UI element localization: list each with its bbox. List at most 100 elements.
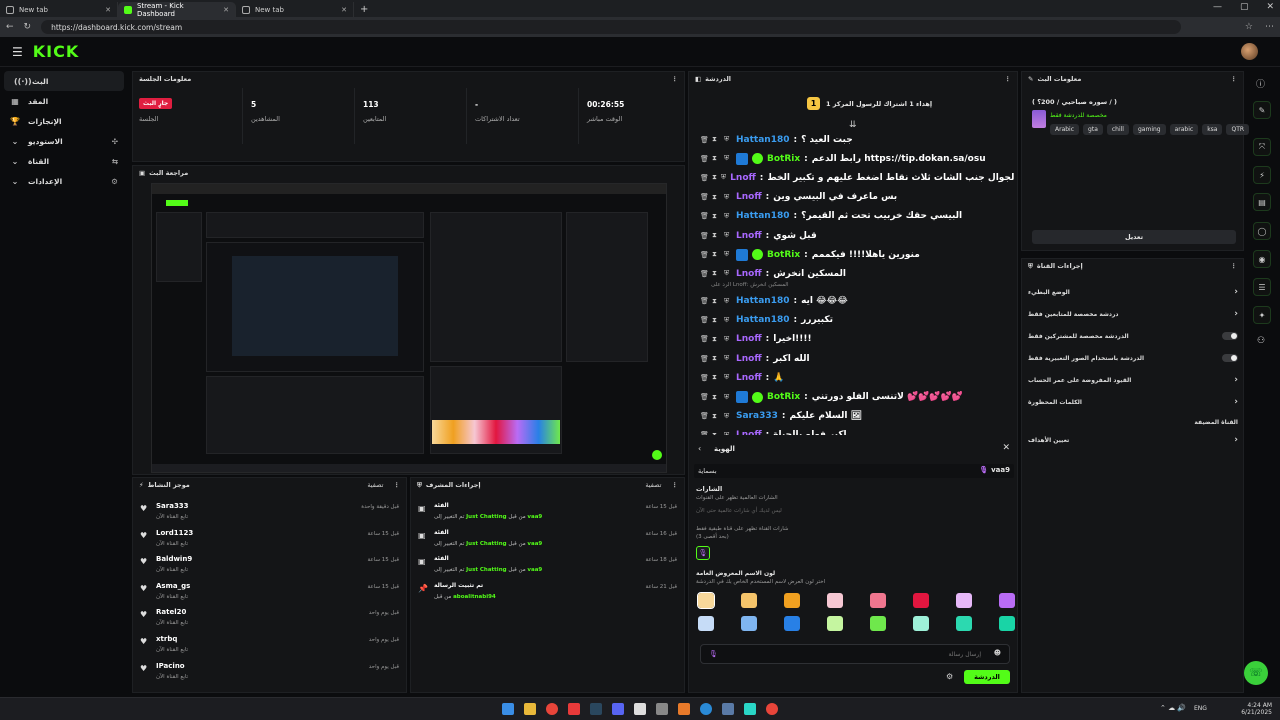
nav-item-content[interactable]: ▦ المقد — [0, 91, 128, 111]
color-swatch[interactable] — [956, 593, 972, 608]
channel-action-row[interactable]: القيود المفروضة على عمر الحساب › — [1028, 370, 1238, 390]
emoji-icon[interactable]: ☻ — [994, 649, 1001, 657]
menu-dots-icon[interactable]: ⋮ — [672, 75, 679, 83]
activity-row[interactable]: ♥ Sara333 تابع القناة الآن قبل دقيقة واحدة — [140, 500, 399, 526]
color-swatch[interactable] — [784, 593, 800, 608]
chat-bubble-icon[interactable]: ◯ — [1253, 222, 1271, 240]
reload-icon[interactable]: ↻ — [24, 22, 32, 32]
nav-item-studio[interactable]: ⌄ الاستوديو ✣ — [0, 131, 128, 151]
activity-user[interactable]: xtrbq — [156, 635, 177, 643]
color-swatch[interactable] — [956, 616, 972, 631]
stream-tag[interactable]: gaming — [1132, 124, 1166, 135]
steam-icon[interactable] — [590, 703, 602, 715]
close-icon[interactable]: ✕ — [1002, 443, 1010, 453]
chat-message[interactable]: 🗑 ⧗ ⛨ Hattan180: ايه 😂😂😂 — [700, 292, 1015, 311]
timeout-icon[interactable]: ⧗ — [712, 354, 720, 363]
window-close-icon[interactable]: ✕ — [1266, 2, 1274, 12]
avatar[interactable] — [1241, 43, 1258, 60]
app-icon[interactable] — [744, 703, 756, 715]
stream-tag[interactable]: arabic — [1169, 124, 1199, 135]
delete-icon[interactable]: 🗑 — [700, 136, 709, 144]
message-input[interactable]: 🎙 إرسال رسالة ☻ — [700, 644, 1010, 664]
delete-icon[interactable]: 🗑 — [700, 393, 709, 401]
timeout-icon[interactable]: ⧗ — [712, 373, 720, 382]
app-icon[interactable] — [656, 703, 668, 715]
info-icon[interactable]: ⓘ — [1256, 77, 1265, 90]
delete-icon[interactable]: 🗑 — [700, 251, 709, 259]
chat-username[interactable]: BotRix — [767, 250, 800, 260]
clock[interactable]: 4:24 AM 6/21/2025 — [1241, 702, 1272, 716]
color-swatch[interactable] — [913, 616, 929, 631]
delete-icon[interactable]: 🗑 — [700, 316, 709, 324]
chat-message[interactable]: 🗑 ⧗ ⛨ Hattan180: جبت العيد ؟ — [700, 130, 1015, 149]
back-icon[interactable]: ← — [6, 22, 14, 32]
delete-icon[interactable]: 🗑 — [700, 212, 709, 220]
close-icon[interactable]: ✕ — [341, 6, 347, 14]
menu-dots-icon[interactable]: ⋮ — [1005, 75, 1012, 83]
pencil-icon[interactable]: ✎ — [1253, 101, 1271, 119]
stream-preview-video[interactable] — [151, 183, 667, 473]
color-swatch[interactable] — [913, 593, 929, 608]
chat-message[interactable]: 🗑 ⧗ ⛨ Lnoff: الله اكبر — [700, 349, 1015, 368]
filter-button[interactable]: تصفية — [367, 481, 383, 489]
app-icon[interactable] — [634, 703, 646, 715]
minimize-icon[interactable]: — — [1213, 2, 1222, 12]
color-swatch[interactable] — [741, 616, 757, 631]
activity-user[interactable]: Lord1123 — [156, 529, 193, 537]
mod-action-row[interactable]: ▣ الفئة تم التغيير إلى Just Chatting من قب… — [418, 500, 677, 526]
support-chat-icon[interactable]: ☏ — [1244, 661, 1268, 685]
chat-message[interactable]: 🗑 ⧗ ⛨ Hattan180: تكبيررر — [700, 311, 1015, 330]
toggle-switch[interactable] — [1222, 354, 1238, 362]
color-swatch[interactable] — [697, 592, 715, 609]
color-swatch[interactable] — [870, 616, 886, 631]
delete-icon[interactable]: 🗑 — [700, 232, 709, 240]
chat-message[interactable]: 🗑 ⧗ ⛨ Sara333: السلام عليكم 🖼 — [700, 407, 1015, 426]
stream-tag[interactable]: gta — [1083, 124, 1103, 135]
mod-action-row[interactable]: ▣ الفئة تم التغيير إلى Just Chatting من قب… — [418, 527, 677, 553]
channel-action-row[interactable]: الدردشة باستخدام الصور التعبيرية فقط — [1028, 348, 1238, 368]
chat-message[interactable]: 🗑 ⧗ ⛨ Lnoff: اخيرا!!!! — [700, 330, 1015, 349]
close-icon[interactable]: ✕ — [223, 6, 229, 14]
stream-tag[interactable]: ksa — [1202, 124, 1223, 135]
chat-username[interactable]: BotRix — [767, 154, 800, 164]
delete-icon[interactable]: 🗑 — [700, 155, 709, 163]
chat-username[interactable]: Lnoff — [736, 269, 762, 279]
scroll-down-icon[interactable]: ⇊ — [849, 120, 857, 130]
chat-message[interactable]: 🗑⧗⛨Lnoff:ياخي في الجوال جنب الشات ثلاث ن… — [700, 168, 1015, 187]
timeout-icon[interactable]: ⧗ — [712, 431, 720, 435]
menu-dots-icon[interactable]: ⋮ — [1231, 75, 1238, 83]
stream-category[interactable]: مخصصة للدردشة فقط — [1050, 112, 1107, 119]
nav-item-channel[interactable]: ⌄ القناة ⇆ — [0, 151, 128, 171]
document-icon[interactable]: ▤ — [1253, 193, 1271, 211]
menu-dots-icon[interactable]: ⋮ — [394, 481, 401, 489]
back-icon[interactable]: ‹ — [698, 444, 701, 453]
discord-icon[interactable] — [612, 703, 624, 715]
chat-message[interactable]: 🗑 ⧗ ⛨ BotRix: لاتنسى الفلو دورتني 💕💕💕💕💕 — [700, 387, 1015, 406]
timeout-icon[interactable]: ⧗ — [712, 412, 720, 421]
layers-icon[interactable]: ☰ — [1253, 278, 1271, 296]
delete-icon[interactable]: 🗑 — [700, 297, 709, 305]
chat-username[interactable]: BotRix — [767, 392, 800, 402]
color-swatch[interactable] — [999, 616, 1015, 631]
mod-action-row[interactable]: ▣ الفئة تم التغيير إلى Just Chatting من قب… — [418, 553, 677, 579]
channel-action-row[interactable]: الكلمات المحظورة › — [1028, 392, 1238, 412]
star-icon[interactable]: ☆ — [1245, 22, 1253, 32]
activity-user[interactable]: Ratel20 — [156, 608, 186, 616]
close-icon[interactable]: ✕ — [105, 6, 111, 14]
chat-username[interactable]: Sara333 — [736, 411, 778, 421]
activity-row[interactable]: ♥ Asma_gs تابع القناة الآن قبل 15 ساعة — [140, 580, 399, 606]
menu-dots-icon[interactable]: ⋮ — [1231, 262, 1238, 270]
nav-item-live[interactable]: ((·)) البث — [4, 71, 124, 91]
browser-tab[interactable]: New tab ✕ — [0, 2, 118, 17]
tray-icons[interactable]: ⌃ ☁ 🔊 — [1160, 704, 1186, 712]
channel-action-row[interactable]: الوضع البطيء › — [1028, 282, 1238, 302]
delete-icon[interactable]: 🗑 — [700, 412, 709, 420]
chrome-icon[interactable] — [766, 703, 778, 715]
activity-row[interactable]: ♥ Baldwin9 تابع القناة الآن قبل 15 ساعة — [140, 553, 399, 579]
timeout-icon[interactable]: ⧗ — [712, 135, 720, 144]
color-swatch[interactable] — [698, 616, 714, 631]
channel-badge-slot[interactable]: 🎙 — [696, 546, 710, 560]
file-explorer-icon[interactable] — [524, 703, 536, 715]
chat-message[interactable]: 🗑 ⧗ ⛨ Hattan180: البيسي حقك خربيب تحت ثم الق… — [700, 207, 1015, 226]
delete-icon[interactable]: 🗑 — [700, 431, 709, 435]
